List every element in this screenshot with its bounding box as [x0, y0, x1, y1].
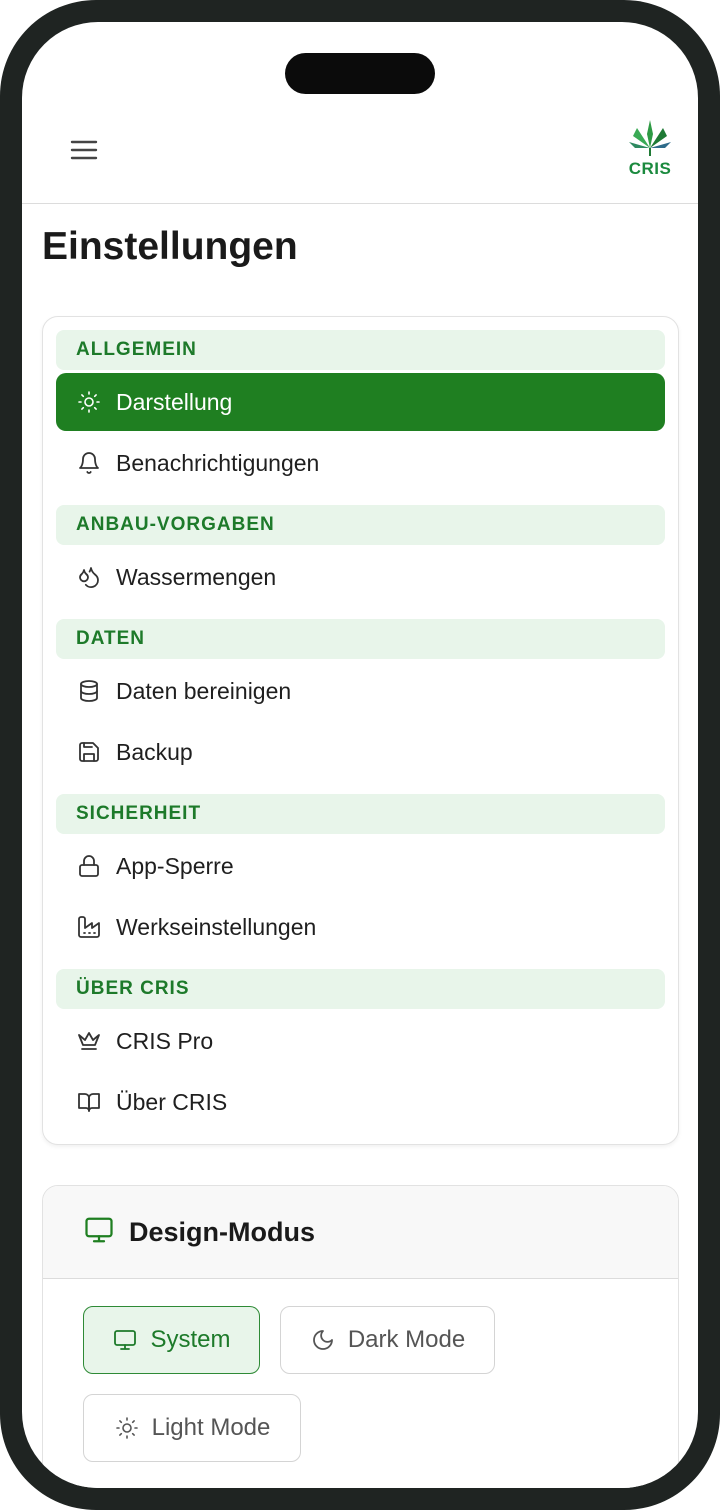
menu-item-wassermengen[interactable]: Wassermengen — [56, 548, 665, 606]
section-header-allgemein: ALLGEMEIN — [56, 330, 665, 370]
menu-item-app-sperre[interactable]: App-Sperre — [56, 837, 665, 895]
design-mode-header: Design-Modus — [43, 1186, 678, 1279]
menu-item-werkseinstellungen[interactable]: Werkseinstellungen — [56, 898, 665, 956]
menu-item-label: Backup — [116, 738, 193, 765]
phone-frame: CRIS Einstellungen ALLGEMEIN Darstellung… — [0, 0, 720, 1510]
page-title: Einstellungen — [42, 225, 298, 268]
menu-item-backup[interactable]: Backup — [56, 723, 665, 781]
sun-icon — [114, 1415, 140, 1441]
menu-item-darstellung[interactable]: Darstellung — [56, 373, 665, 431]
menu-item-benachrichtigungen[interactable]: Benachrichtigungen — [56, 434, 665, 492]
design-mode-card: Design-Modus System Dark Mode Light Mode — [42, 1185, 679, 1488]
monitor-icon — [112, 1327, 138, 1353]
menu-item-label: App-Sperre — [116, 852, 234, 879]
section-header-anbau-vorgaben: ANBAU-VORGABEN — [56, 505, 665, 545]
sun-icon — [76, 389, 102, 415]
bell-icon — [76, 450, 102, 476]
mode-button-label: Light Mode — [151, 1414, 271, 1441]
menu-item-label: Benachrichtigungen — [116, 449, 320, 476]
section-header-ueber-cris: ÜBER CRIS — [56, 969, 665, 1009]
book-icon — [76, 1089, 102, 1115]
mode-button-label: Dark Mode — [347, 1326, 466, 1353]
menu-item-label: Über CRIS — [116, 1088, 228, 1115]
section-header-sicherheit: SICHERHEIT — [56, 794, 665, 834]
settings-menu: ALLGEMEIN Darstellung Benachrichtigungen… — [42, 316, 679, 1145]
mode-button-dark[interactable]: Dark Mode — [280, 1306, 495, 1374]
menu-item-label: Werkseinstellungen — [116, 913, 317, 940]
cannabis-leaf-icon — [629, 120, 671, 156]
monitor-icon — [83, 1215, 115, 1250]
menu-item-ueber-cris[interactable]: Über CRIS — [56, 1073, 665, 1131]
droplets-icon — [76, 564, 102, 590]
save-icon — [76, 739, 102, 765]
menu-item-label: Wassermengen — [116, 563, 277, 590]
menu-item-daten-bereinigen[interactable]: Daten bereinigen — [56, 662, 665, 720]
moon-icon — [310, 1327, 336, 1353]
menu-item-label: Daten bereinigen — [116, 677, 292, 704]
menu-item-label: Darstellung — [116, 388, 233, 415]
menu-icon[interactable] — [66, 132, 102, 168]
app-header: CRIS — [22, 102, 698, 204]
app-screen: CRIS Einstellungen ALLGEMEIN Darstellung… — [22, 22, 698, 1488]
mode-button-system[interactable]: System — [83, 1306, 260, 1374]
design-mode-title: Design-Modus — [129, 1216, 315, 1247]
mode-button-label: System — [150, 1326, 231, 1353]
menu-item-label: CRIS Pro — [116, 1027, 214, 1054]
crown-icon — [76, 1028, 102, 1054]
menu-item-cris-pro[interactable]: CRIS Pro — [56, 1012, 665, 1070]
lock-icon — [76, 853, 102, 879]
database-icon — [76, 678, 102, 704]
dynamic-island — [285, 53, 435, 94]
logo-text: CRIS — [628, 159, 672, 178]
mode-button-light[interactable]: Light Mode — [83, 1394, 301, 1462]
factory-icon — [76, 914, 102, 940]
section-header-daten: DATEN — [56, 619, 665, 659]
cris-logo: CRIS — [622, 118, 678, 178]
